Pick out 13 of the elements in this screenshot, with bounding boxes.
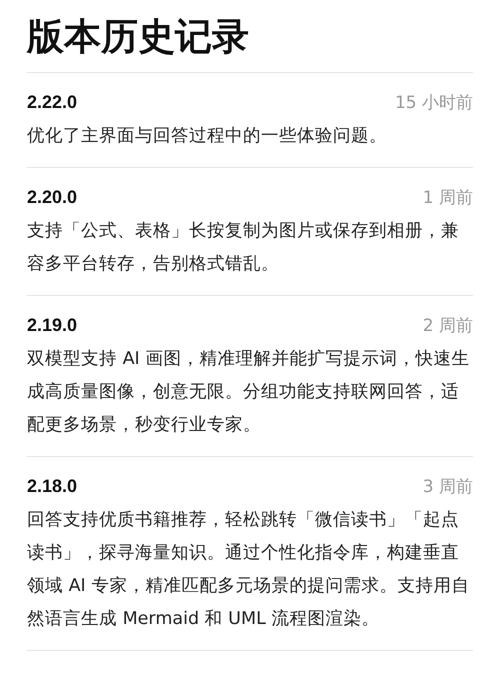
release-notes: 优化了主界面与回答过程中的一些体验问题。 (27, 125, 388, 148)
release-time: 3 周前 (422, 476, 473, 498)
release-time: 2 周前 (422, 315, 473, 337)
version-number: 2.20.0 (27, 187, 78, 208)
page-title: 版本历史记录 (27, 14, 250, 60)
version-number: 2.22.0 (27, 92, 78, 113)
release-notes: 回答支持优质书籍推荐，轻松跳转「微信读书」「起点读书」，探寻海量知识。通过个性化指令库，构建垂直领域 AI 专家，精准匹配多元场景的提问需求。支持用自然语言生成 Mermaid 和 UML 流程图渲染。 (27, 509, 470, 631)
version-number: 2.19.0 (27, 315, 78, 336)
release-notes: 双模型支持 AI 画图，精准理解并能扩写提示词，快速生成高质量图像，创意无限。分组功能支持联网回答，适配更多场景，秒变行业专家。 (27, 348, 470, 437)
release-time: 15 小时前 (394, 92, 473, 114)
release-notes: 支持「公式、表格」长按复制为图片或保存到相册，兼容多平台转存，告别格式错乱。 (27, 220, 460, 276)
version-number: 2.18.0 (27, 476, 78, 497)
release-time: 1 周前 (422, 187, 473, 209)
